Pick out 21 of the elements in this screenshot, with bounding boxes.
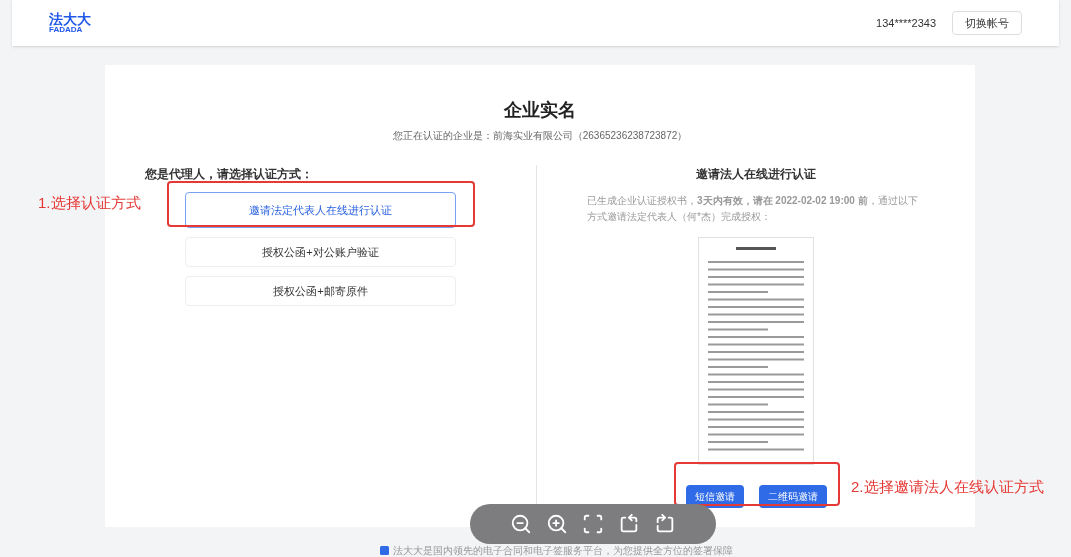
invite-button[interactable]: 二维码邀请	[758, 485, 827, 508]
section-heading: 您是代理人，请选择认证方式：	[145, 166, 314, 183]
zoom-out-icon[interactable]	[510, 513, 532, 535]
verification-option[interactable]: 邀请法定代表人在线进行认证	[185, 192, 456, 228]
footer-text: 法大大是国内领先的电子合同和电子签服务平台，为您提供全方位的签署保障	[393, 545, 733, 556]
annotation-label: 2.选择邀请法人在线认证方式	[851, 477, 1044, 497]
switch-account-button[interactable]: 切换帐号	[952, 11, 1022, 35]
logo: 法大大 FADADA	[49, 12, 91, 34]
annotation-label: 1.选择认证方式	[38, 193, 141, 213]
logo-icon	[380, 546, 389, 555]
page-title: 企业实名	[504, 99, 576, 122]
rotate-right-icon[interactable]	[654, 513, 676, 535]
section-heading: 邀请法人在线进行认证	[696, 166, 816, 183]
invitation-notice: 已生成企业认证授权书，3天内有效，请在 2022-02-02 19:00 前，通过以下方式邀请法定代表人（何*杰）完成授权：	[587, 194, 919, 224]
account-number: 134****2343	[876, 15, 936, 31]
company-subtitle: 您正在认证的企业是：前海实业有限公司（26365236238723872）	[392, 129, 688, 143]
verification-option[interactable]: 授权公函+邮寄原件	[185, 276, 456, 306]
zoom-in-icon[interactable]	[546, 513, 568, 535]
rotate-left-icon[interactable]	[618, 513, 640, 535]
fullscreen-icon[interactable]	[582, 513, 604, 535]
verification-option[interactable]: 授权公函+对公账户验证	[185, 237, 456, 267]
